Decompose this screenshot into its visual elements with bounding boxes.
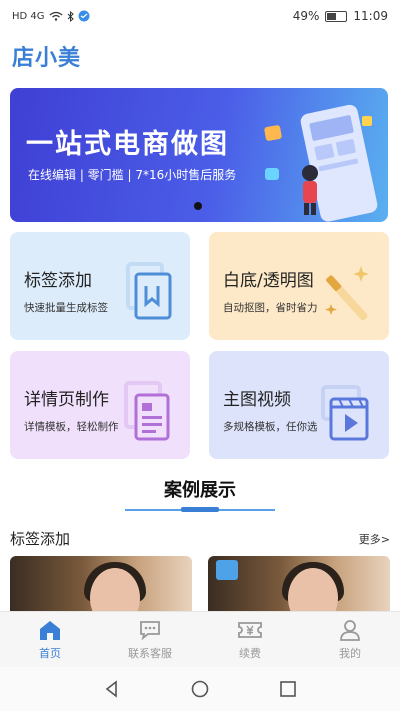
ticket-icon <box>238 621 262 638</box>
tab-renew[interactable]: 续费 <box>200 612 300 667</box>
feature-subtitle: 快速批量生成标签 <box>24 302 108 314</box>
showcase-list-title: 标签添加 <box>10 530 71 548</box>
feature-card-background-remove[interactable]: 白底/透明图 自动抠图，省时省力 <box>209 232 389 340</box>
feature-title: 主图视频 <box>223 390 291 410</box>
feature-subtitle: 自动抠图，省时省力 <box>223 302 318 314</box>
app-header: 店小美 <box>12 40 81 72</box>
clock: 11:09 <box>353 9 388 23</box>
banner-subtitle: 在线编辑 | 零门槛 | 7*16小时售后服务 <box>28 168 237 182</box>
home-nav-icon[interactable] <box>191 680 209 698</box>
wifi-icon <box>49 11 62 21</box>
bluetooth-icon <box>67 10 74 22</box>
network-label: HD 4G <box>12 10 45 22</box>
tab-home[interactable]: 首页 <box>0 612 100 667</box>
home-icon <box>40 620 60 640</box>
feature-title: 详情页制作 <box>24 390 109 410</box>
banner-title: 一站式电商做图 <box>26 129 229 160</box>
feature-title: 白底/透明图 <box>223 271 314 291</box>
tab-label: 联系客服 <box>128 646 172 660</box>
document-icon <box>124 381 170 441</box>
battery-percent: 49% <box>292 9 320 23</box>
feature-card-detail-page[interactable]: 详情页制作 详情模板，轻松制作 <box>10 351 190 459</box>
magic-wand-icon <box>325 266 369 321</box>
back-icon[interactable] <box>103 680 121 698</box>
tab-label: 我的 <box>339 646 361 660</box>
status-left: HD 4G <box>12 10 90 22</box>
carousel-indicator[interactable] <box>194 202 202 210</box>
label-sticker <box>216 560 238 580</box>
showcase-list-header: 标签添加 更多> <box>10 528 390 549</box>
video-clapper-icon <box>321 385 369 441</box>
feature-subtitle: 详情模板，轻松制作 <box>24 421 119 433</box>
tab-customer-service[interactable]: 联系客服 <box>100 612 200 667</box>
section-divider <box>125 507 275 512</box>
more-link[interactable]: 更多> <box>359 531 390 547</box>
feature-card-main-video[interactable]: 主图视频 多规格模板，任你选 <box>209 351 389 459</box>
bottom-tab-bar: 首页 联系客服 续费 我的 <box>0 611 400 667</box>
showcase-thumbnail[interactable] <box>10 556 192 616</box>
chat-icon <box>140 620 160 640</box>
tab-label: 续费 <box>239 646 261 660</box>
feature-card-label-add[interactable]: 标签添加 快速批量生成标签 <box>10 232 190 340</box>
battery-fill <box>327 12 337 20</box>
bookmark-icon <box>126 262 172 320</box>
showcase-thumbnail[interactable] <box>208 556 390 616</box>
showcase-section-title: 案例展示 <box>164 480 236 501</box>
feature-title: 标签添加 <box>24 271 92 291</box>
feature-subtitle: 多规格模板，任你选 <box>223 421 318 433</box>
status-bar: HD 4G 49% 11:09 <box>0 0 400 32</box>
status-right: 49% 11:09 <box>293 9 388 23</box>
app-logo: 店小美 <box>12 46 82 71</box>
tab-profile[interactable]: 我的 <box>300 612 400 667</box>
system-nav-bar <box>0 667 400 711</box>
message-icon <box>78 10 90 22</box>
battery-icon <box>325 10 348 22</box>
recents-icon[interactable] <box>279 680 297 698</box>
tab-label: 首页 <box>39 646 61 660</box>
section-divider-mark <box>181 507 219 512</box>
user-icon <box>340 619 360 641</box>
